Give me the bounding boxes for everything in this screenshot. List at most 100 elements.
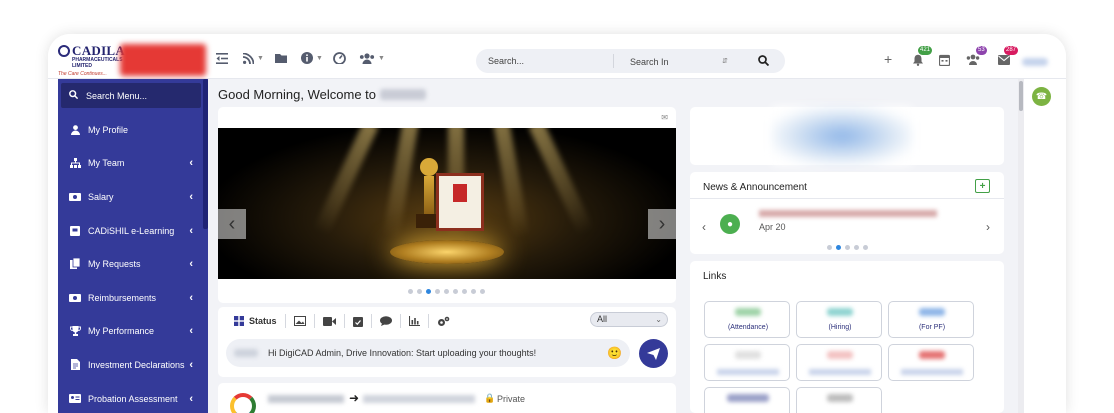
carousel-dot[interactable]	[444, 289, 449, 294]
status-input-text: Hi DigiCAD Admin, Drive Innovation: Star…	[268, 348, 537, 358]
money-icon	[69, 293, 81, 302]
rss-icon[interactable]: ▼	[243, 51, 264, 65]
emoji-icon[interactable]: 🙂	[607, 346, 622, 360]
user-avatar[interactable]	[1022, 58, 1048, 66]
carousel-dot[interactable]	[462, 289, 467, 294]
sidebar-item-label: My Requests	[88, 258, 141, 269]
news-dot-active[interactable]	[836, 245, 841, 250]
mail-icon[interactable]: 287	[998, 46, 1019, 68]
carousel-dot[interactable]	[417, 289, 422, 294]
post-send-button[interactable]	[639, 339, 668, 368]
redacted-author-name	[268, 395, 344, 403]
carousel-dot[interactable]	[471, 289, 476, 294]
news-dot[interactable]	[863, 245, 868, 250]
tab-settings-icon[interactable]	[429, 314, 458, 328]
dashboard-icon[interactable]	[333, 51, 346, 65]
link-tile[interactable]	[796, 344, 882, 381]
sidebar-search[interactable]: Search Menu...	[61, 83, 201, 108]
chevron-left-icon: ‹	[189, 291, 193, 304]
company-logo[interactable]: CADILA PHARMACEUTICALS LIMITED The Care …	[56, 43, 125, 77]
light-beam	[313, 128, 379, 236]
support-icon[interactable]: ☎	[1032, 87, 1051, 106]
sidebar-item-reimbursements[interactable]: Reimbursements ‹	[58, 281, 203, 314]
grid-icon	[234, 316, 244, 326]
divider	[690, 198, 1004, 199]
tab-image-icon[interactable]	[286, 314, 315, 328]
link-tile[interactable]	[704, 344, 790, 381]
link-tile[interactable]	[796, 387, 882, 413]
page-scrollbar-thumb[interactable]	[1019, 81, 1023, 111]
sidebar-item-investment-declarations[interactable]: Investment Declarations ‹	[58, 348, 203, 381]
tab-video-icon[interactable]	[315, 314, 345, 328]
tab-comment-icon[interactable]	[372, 314, 401, 328]
info-icon[interactable]: ▼	[301, 51, 323, 65]
redacted-avatar	[234, 349, 258, 357]
post-author-avatar[interactable]	[230, 393, 256, 413]
notifications-bell-icon[interactable]: 421	[912, 46, 933, 69]
carousel-dot-active[interactable]	[426, 289, 431, 294]
sidebar-item-my-requests[interactable]: My Requests ‹	[58, 247, 203, 280]
tab-chart-icon[interactable]	[401, 314, 429, 328]
company-logo	[727, 394, 769, 402]
link-tile-pf[interactable]: (For PF)	[888, 301, 974, 338]
tab-event-icon[interactable]	[345, 314, 372, 328]
logo-subtitle: PHARMACEUTICALS LIMITED	[72, 57, 123, 69]
redacted-news-headline[interactable]	[759, 210, 937, 217]
chevron-down-icon: ▼	[378, 54, 385, 62]
redacted-link-logo	[827, 351, 853, 359]
users-icon[interactable]: ▼	[359, 51, 385, 65]
logo-mark-icon	[58, 45, 70, 57]
link-tile-cadila[interactable]	[704, 387, 790, 413]
links-title: Links	[703, 271, 727, 282]
team-icon[interactable]: 53	[966, 46, 987, 68]
main-content: Good Morning, Welcome to ‹ › ✉ Status Al…	[208, 79, 1020, 413]
sidebar-item-my-profile[interactable]: My Profile	[58, 113, 203, 146]
news-dot[interactable]	[845, 245, 850, 250]
news-card: News & Announcement + ‹ ● Apr 20 ›	[690, 172, 1004, 254]
sidebar-item-probation-assessment[interactable]: Probation Assessment ‹	[58, 382, 203, 413]
news-dot[interactable]	[854, 245, 859, 250]
search-icon	[69, 90, 79, 101]
carousel-prev-button[interactable]: ‹	[218, 209, 246, 239]
add-news-button[interactable]: +	[975, 179, 990, 193]
sidebar-item-my-team[interactable]: My Team ‹	[58, 146, 203, 179]
carousel-dot[interactable]	[408, 289, 413, 294]
chevron-left-icon: ‹	[189, 324, 193, 337]
search-input[interactable]: Search...	[488, 56, 524, 66]
link-tile[interactable]	[888, 344, 974, 381]
plus-icon[interactable]: +	[884, 51, 892, 67]
link-tile-hiring[interactable]: (Hiring)	[796, 301, 882, 338]
news-prev-button[interactable]: ‹	[702, 220, 706, 234]
status-input[interactable]: Hi DigiCAD Admin, Drive Innovation: Star…	[226, 339, 630, 367]
book-icon	[69, 225, 81, 236]
link-label: (Attendance)	[727, 324, 769, 331]
sidebar-item-label: My Team	[88, 157, 125, 168]
menu-toggle-icon[interactable]	[216, 51, 228, 65]
links-card: Links (Attendance) (Hiring) (For PF)	[690, 261, 1004, 413]
news-next-button[interactable]: ›	[986, 220, 990, 234]
carousel-next-button[interactable]: ›	[648, 209, 676, 239]
link-tile-attendance[interactable]: (Attendance)	[704, 301, 790, 338]
sidebar-item-my-performance[interactable]: My Performance ‹	[58, 314, 203, 347]
search-icon[interactable]	[758, 55, 770, 68]
chevron-left-icon: ‹	[189, 190, 193, 203]
carousel-dot[interactable]	[453, 289, 458, 294]
envelope-icon[interactable]: ✉	[661, 113, 668, 122]
carousel-dot[interactable]	[480, 289, 485, 294]
trophy-stem	[424, 176, 434, 216]
partner-logo	[120, 44, 206, 76]
award-plaque	[436, 173, 484, 231]
redacted-link-logo	[735, 351, 761, 359]
news-dot[interactable]	[827, 245, 832, 250]
calendar-icon[interactable]	[938, 54, 951, 69]
megaphone-icon: ●	[720, 214, 740, 234]
carousel-dot[interactable]	[435, 289, 440, 294]
link-label: (Hiring)	[828, 324, 852, 331]
folder-icon[interactable]	[275, 51, 289, 65]
chevron-left-icon: ‹	[189, 392, 193, 405]
sidebar-item-e-learning[interactable]: CADiSHIL e-Learning ‹	[58, 214, 203, 247]
sidebar-item-salary[interactable]: Salary ‹	[58, 180, 203, 213]
search-scope-select[interactable]: Search In	[630, 57, 669, 67]
tab-status[interactable]: Status	[226, 314, 286, 328]
audience-select[interactable]: All ⌄	[590, 312, 668, 327]
